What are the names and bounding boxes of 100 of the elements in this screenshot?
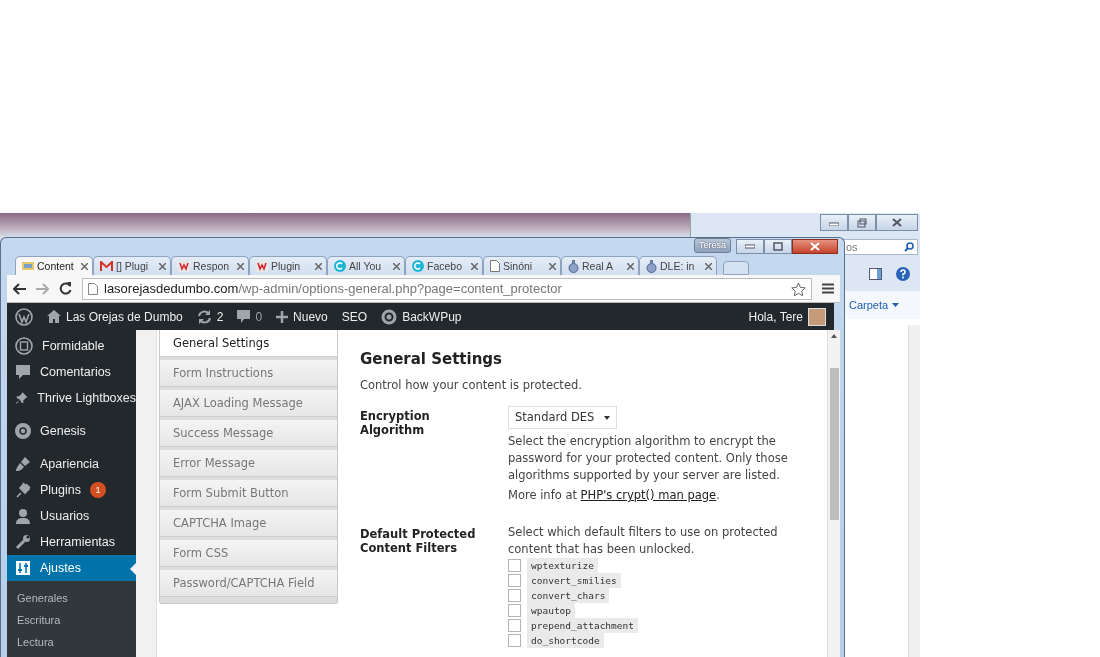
section-title: General Settings [360, 350, 504, 368]
menu-icon[interactable] [822, 283, 834, 294]
intro-text: Control how your content is protected. [360, 378, 583, 392]
seo-link[interactable]: SEO [341, 309, 368, 324]
sidebar-item[interactable]: Plugins 1 [7, 477, 136, 503]
settings-tab[interactable]: General Settings [160, 330, 337, 357]
settings-tab[interactable]: Error Message [160, 450, 337, 477]
minimize-button[interactable] [736, 239, 764, 254]
round-logo-icon [15, 423, 31, 439]
maximize-icon [773, 242, 783, 251]
checkbox[interactable] [508, 574, 521, 587]
comments-link[interactable]: 0 [237, 309, 263, 324]
mail-icon [100, 260, 113, 272]
close-icon[interactable] [159, 262, 166, 270]
close-button[interactable] [876, 214, 918, 231]
browser-tab[interactable]: [] Plugi [93, 256, 171, 275]
settings-tab[interactable]: CAPTCHA Image [160, 510, 337, 537]
field-label: Default Protected Content Filters [360, 526, 477, 557]
sidebar-item[interactable]: Thrive Lightboxes [7, 385, 136, 411]
medal-icon [646, 259, 657, 273]
sidebar-item[interactable]: Comentarios [7, 359, 136, 385]
speech-bubble-icon [15, 364, 31, 380]
settings-tab[interactable]: Form Submit Button [160, 480, 337, 507]
maximize-button[interactable] [764, 239, 792, 254]
browser-tab[interactable]: DLE: in [639, 256, 717, 275]
browser-tab[interactable]: Sinóni [483, 256, 561, 275]
sidebar-item[interactable]: Apariencia [7, 451, 136, 477]
field-description: Select the encryption algorithm to encrypt the password for your protected content. Only those algorithms supported by your server are listed. [508, 433, 789, 484]
algorithm-dropdown[interactable]: Standard DES [508, 406, 618, 429]
plug-icon [15, 482, 31, 498]
scroll-up-icon[interactable] [831, 334, 837, 338]
minimize-button[interactable] [820, 214, 848, 231]
checkbox[interactable] [508, 559, 521, 572]
settings-tab[interactable]: Form Instructions [160, 360, 337, 387]
filter-name: do_shortcode [527, 633, 604, 648]
square-logo-icon [256, 260, 268, 272]
round-logo-icon [381, 308, 398, 325]
wordpress-logo-icon[interactable] [15, 307, 33, 326]
sync-icon [196, 309, 212, 324]
backup-link[interactable]: BackWPup [381, 308, 462, 325]
page-icon [490, 260, 500, 272]
checkbox[interactable] [508, 604, 521, 617]
back-icon[interactable] [13, 282, 26, 295]
reload-icon[interactable] [59, 282, 72, 295]
browser-tab[interactable]: Facebo [405, 256, 483, 275]
settings-tab[interactable]: Form CSS [160, 540, 337, 567]
close-icon[interactable] [471, 262, 478, 270]
browser-tab[interactable]: Respon [171, 256, 249, 275]
account-link[interactable]: Hola, Tere [748, 307, 826, 326]
square-logo-icon [178, 260, 190, 272]
filter-name: prepend_attachment [527, 618, 638, 633]
filter-name: convert_chars [527, 588, 610, 603]
submenu-item[interactable]: Escritura [7, 609, 136, 631]
search-field[interactable]: os [842, 239, 918, 255]
submenu-item[interactable]: Generales [7, 587, 136, 609]
updates-link[interactable]: 2 [196, 309, 224, 324]
new-link[interactable]: Nuevo [276, 309, 328, 324]
checkbox[interactable] [508, 619, 521, 632]
sidebar-item[interactable]: Ajustes [7, 555, 136, 581]
man-page-link[interactable]: PHP's crypt() man page [580, 488, 717, 502]
close-icon[interactable] [549, 262, 556, 270]
browser-tab[interactable]: Real A [561, 256, 639, 275]
checkbox[interactable] [508, 634, 521, 647]
more-info-text: More info at PHP's crypt() man page. [508, 487, 721, 504]
browser-tab[interactable]: All You [327, 256, 405, 275]
sliders-icon [15, 560, 31, 576]
sidebar-item[interactable]: Herramientas [7, 529, 136, 555]
sidebar-item[interactable]: Usuarios [7, 503, 136, 529]
filter-name: wpautop [527, 603, 576, 618]
submenu-item[interactable]: Lectura [7, 631, 136, 653]
close-icon[interactable] [237, 262, 244, 270]
sidebar-item[interactable]: Genesis [7, 418, 136, 444]
settings-tab[interactable]: Password/CAPTCHA Field [160, 570, 337, 597]
sidebar-item[interactable]: Formidable [7, 333, 136, 359]
restore-button[interactable] [848, 214, 876, 231]
browser-tab[interactable]: Plugin [249, 256, 327, 275]
browser-tab[interactable]: Content [15, 256, 93, 275]
preview-pane-icon[interactable] [869, 268, 882, 280]
close-icon[interactable] [627, 262, 634, 270]
help-icon[interactable] [896, 267, 910, 281]
close-icon[interactable] [81, 262, 88, 270]
checkbox[interactable] [508, 589, 521, 602]
close-icon[interactable] [705, 262, 712, 270]
scrollbar[interactable] [827, 330, 840, 657]
caret-icon [892, 303, 900, 307]
filter-name: wptexturize [527, 558, 598, 573]
form-icon [15, 337, 33, 355]
field-description: Select which default filters to use on protected content that has been unlocked. [508, 524, 779, 558]
close-icon[interactable] [393, 262, 400, 270]
wrench-icon [15, 534, 31, 550]
address-bar[interactable]: lasorejasdedumbo.com/wp-admin/options-general.php?page=content_protector [82, 277, 812, 300]
settings-tab[interactable]: Success Message [160, 420, 337, 447]
star-icon[interactable] [791, 281, 806, 296]
scrollbar[interactable] [908, 325, 920, 657]
settings-tab[interactable]: AJAX Loading Message [160, 390, 337, 417]
site-link[interactable]: Las Orejas de Dumbo [47, 309, 183, 324]
field-label: Encryption Algorithm [360, 408, 431, 439]
close-button[interactable] [792, 239, 838, 254]
scroll-thumb[interactable] [829, 368, 839, 520]
close-icon[interactable] [315, 262, 322, 270]
